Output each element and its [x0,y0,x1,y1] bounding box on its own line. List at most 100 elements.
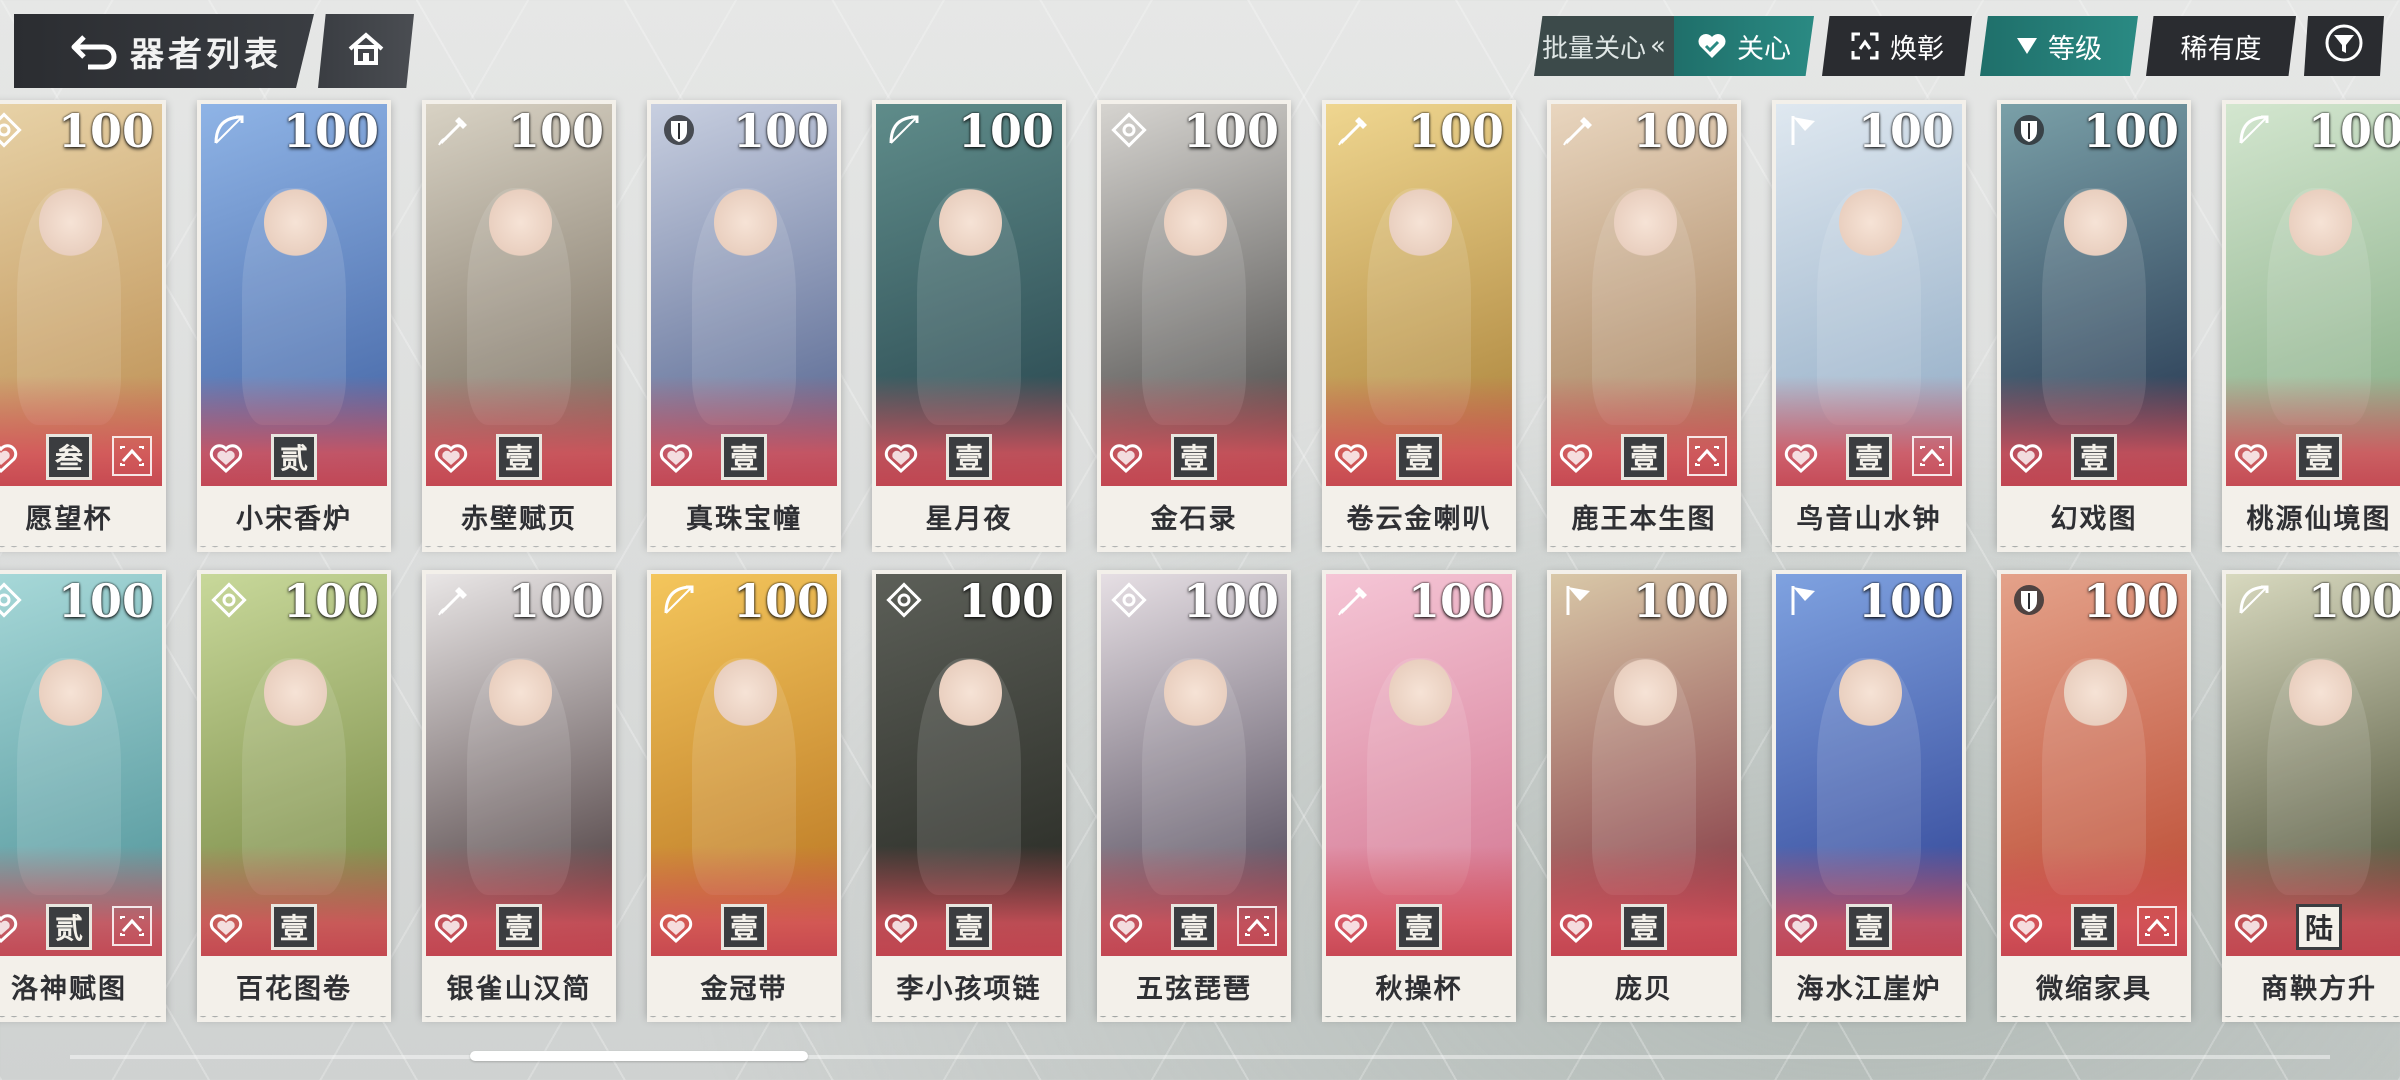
heart-icon[interactable] [1109,914,1143,944]
vessel-card-8[interactable]: 100 壹 鹿王本生图 [1547,100,1741,552]
heart-icon[interactable] [884,914,918,944]
vessel-card-19[interactable]: 100 壹 庞贝 [1547,570,1741,1022]
heart-icon[interactable] [0,914,18,944]
heart-icon[interactable] [659,914,693,944]
heart-icon[interactable] [1784,914,1818,944]
home-button[interactable] [318,14,414,88]
card-art: 100 陆 [2226,574,2400,956]
ticket-perforation [1997,1012,2191,1022]
heart-icon[interactable] [1559,914,1593,944]
vessel-card-13[interactable]: 100 壹 百花图卷 [197,570,391,1022]
heart-icon[interactable] [0,444,18,474]
heart-check-icon [1697,32,1727,60]
care-button[interactable]: 关心 [1674,16,1814,76]
vessel-card-6[interactable]: 100 壹 金石录 [1097,100,1291,552]
rank-badge: 陆 [2296,904,2342,950]
vessel-name: 星月夜 [872,486,1066,546]
knot-icon [0,110,24,150]
brush-icon [434,110,474,150]
rank-badge: 贰 [271,434,317,480]
vessel-card-7[interactable]: 100 壹 卷云金喇叭 [1322,100,1516,552]
vessel-card-9[interactable]: 100 壹 鸟音山水钟 [1772,100,1966,552]
shield-icon [659,110,699,150]
back-arrow-icon[interactable] [66,21,126,81]
heart-icon[interactable] [1334,914,1368,944]
heart-icon[interactable] [2234,444,2268,474]
ticket-perforation [1772,542,1966,552]
rank-badge: 壹 [1396,434,1442,480]
vessel-card-12[interactable]: 100 贰 洛神赋图 [0,570,166,1022]
level-value: 100 [282,574,379,628]
vessel-card-14[interactable]: 100 壹 银雀山汉简 [422,570,616,1022]
vessel-name: 赤壁赋页 [422,486,616,546]
card-art: 100 壹 [876,574,1062,956]
vessel-card-18[interactable]: 100 壹 秋操杯 [1322,570,1516,1022]
character-face [1389,188,1453,257]
rank-badge: 壹 [1396,904,1442,950]
heart-icon[interactable] [209,444,243,474]
scrollbar-thumb[interactable] [470,1051,808,1061]
heart-icon[interactable] [434,914,468,944]
card-art: 100 壹 [1776,574,1962,956]
heart-icon[interactable] [209,914,243,944]
card-art: 100 壹 [876,104,1062,486]
vessel-card-4[interactable]: 100 壹 真珠宝幢 [647,100,841,552]
heart-icon[interactable] [884,444,918,474]
batch-care-group: 批量关心 « 关心 [1534,16,1814,76]
sort-level-button[interactable]: 等级 [1980,16,2138,76]
vessel-card-22[interactable]: 100 陆 商鞅方升 [2222,570,2400,1022]
level-value: 100 [1182,574,1279,628]
vessel-card-3[interactable]: 100 壹 赤壁赋页 [422,100,616,552]
card-art: 100 壹 [1326,104,1512,486]
scrollbar-track[interactable] [70,1055,2330,1059]
awaken-frame-icon [1687,436,1727,476]
level-value: 100 [2307,104,2400,158]
heart-icon[interactable] [2009,444,2043,474]
vessel-card-10[interactable]: 100 壹 幻戏图 [1997,100,2191,552]
heart-icon[interactable] [1559,444,1593,474]
ticket-perforation [1547,1012,1741,1022]
filter-button[interactable] [2304,16,2384,76]
level-value: 100 [1857,104,1954,158]
vessel-card-20[interactable]: 100 壹 海水江崖炉 [1772,570,1966,1022]
level-value: 100 [1857,574,1954,628]
heart-icon[interactable] [434,444,468,474]
heart-icon[interactable] [659,444,693,474]
vessel-card-11[interactable]: 100 壹 桃源仙境图 [2222,100,2400,552]
vessel-name: 鹿王本生图 [1547,486,1741,546]
heart-icon[interactable] [1784,444,1818,474]
heart-icon[interactable] [2009,914,2043,944]
rarity-button[interactable]: 稀有度 [2146,16,2296,76]
rank-badge: 壹 [271,904,317,950]
vessel-card-1[interactable]: 100 叁 愿望杯 [0,100,166,552]
knot-icon [1109,110,1149,150]
display-button[interactable]: 焕彰 [1822,16,1972,76]
ticket-perforation [0,542,166,552]
heart-icon[interactable] [1334,444,1368,474]
ticket-perforation [422,1012,616,1022]
rank-badge: 壹 [946,904,992,950]
rank-badge: 壹 [2071,904,2117,950]
vessel-card-15[interactable]: 100 壹 金冠带 [647,570,841,1022]
ticket-perforation [197,1012,391,1022]
triangle-down-icon [2016,36,2038,56]
vessel-card-5[interactable]: 100 壹 星月夜 [872,100,1066,552]
vessel-card-21[interactable]: 100 壹 微缩家具 [1997,570,2191,1022]
vessel-card-17[interactable]: 100 壹 五弦琵琶 [1097,570,1291,1022]
batch-care-button[interactable]: 批量关心 « [1534,16,1674,76]
character-face [39,188,103,257]
card-art: 100 壹 [651,104,837,486]
card-art: 100 壹 [2001,104,2187,486]
vessel-name: 小宋香炉 [197,486,391,546]
level-value: 100 [57,104,154,158]
bow-icon [209,110,249,150]
character-face [1164,658,1228,727]
vessel-card-16[interactable]: 100 壹 李小孩项链 [872,570,1066,1022]
title-tab: 器者列表 [14,14,314,88]
vessel-name: 海水江崖炉 [1772,956,1966,1016]
vessel-card-2[interactable]: 100 贰 小宋香炉 [197,100,391,552]
toolbar: 批量关心 « 关心 焕彰 等级 稀有度 [1534,16,2384,76]
rank-badge: 壹 [1621,904,1667,950]
heart-icon[interactable] [1109,444,1143,474]
heart-icon[interactable] [2234,914,2268,944]
